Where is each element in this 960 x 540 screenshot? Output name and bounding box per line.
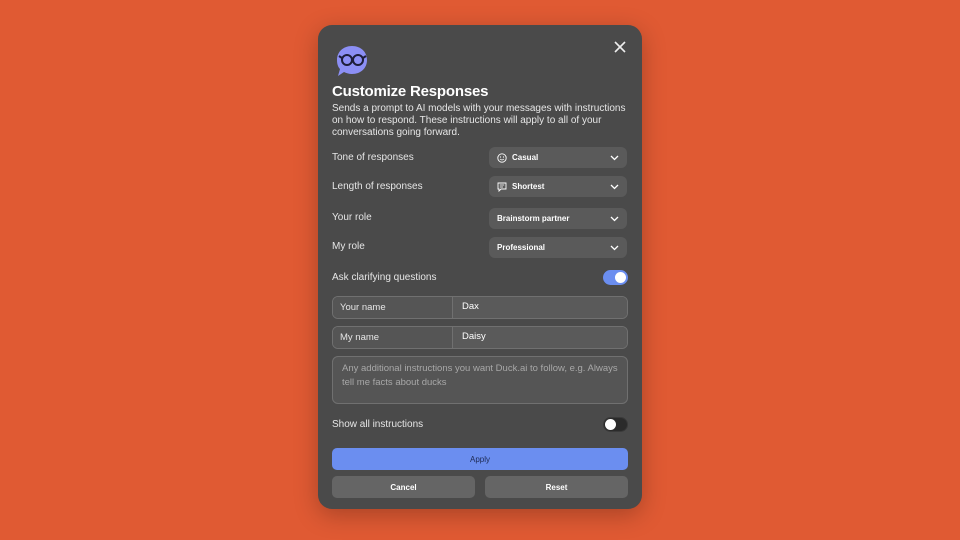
cancel-button[interactable]: Cancel: [332, 476, 475, 498]
length-label: Length of responses: [332, 181, 423, 192]
reset-button[interactable]: Reset: [485, 476, 628, 498]
smiley-icon: [497, 152, 507, 163]
my-role-label: My role: [332, 241, 365, 252]
chevron-down-icon: [610, 182, 619, 191]
your-role-label: Your role: [332, 212, 372, 223]
tone-select[interactable]: Casual: [489, 147, 627, 168]
apply-button[interactable]: Apply: [332, 448, 628, 470]
toggle-knob: [605, 419, 616, 430]
chevron-down-icon: [610, 243, 619, 252]
your-name-label: Your name: [333, 297, 453, 318]
my-role-select[interactable]: Professional: [489, 237, 627, 258]
duck-with-glasses-icon: [334, 43, 370, 79]
your-role-value: Brainstorm partner: [497, 214, 570, 223]
your-name-input[interactable]: Dax: [453, 297, 627, 318]
customize-responses-dialog: Customize Responses Sends a prompt to AI…: [318, 25, 642, 509]
dialog-description: Sends a prompt to AI models with your me…: [332, 103, 626, 138]
my-role-value: Professional: [497, 243, 546, 252]
tone-label: Tone of responses: [332, 152, 414, 163]
message-lines-icon: [497, 182, 507, 192]
toggle-knob: [615, 272, 626, 283]
length-select[interactable]: Shortest: [489, 176, 627, 197]
additional-instructions-textarea[interactable]: Any additional instructions you want Duc…: [332, 356, 628, 404]
show-all-label: Show all instructions: [332, 419, 424, 430]
close-icon[interactable]: [612, 39, 628, 55]
your-name-field[interactable]: Your name Dax: [332, 296, 628, 319]
my-name-input[interactable]: Daisy: [453, 327, 627, 348]
tone-value: Casual: [512, 153, 539, 162]
chevron-down-icon: [610, 214, 619, 223]
chevron-down-icon: [610, 153, 619, 162]
clarifying-toggle[interactable]: [603, 270, 628, 285]
my-name-label: My name: [333, 327, 453, 348]
dialog-title: Customize Responses: [332, 83, 489, 100]
show-all-toggle[interactable]: [603, 417, 628, 432]
your-role-select[interactable]: Brainstorm partner: [489, 208, 627, 229]
my-name-field[interactable]: My name Daisy: [332, 326, 628, 349]
length-value: Shortest: [512, 182, 545, 191]
clarifying-label: Ask clarifying questions: [332, 272, 437, 283]
